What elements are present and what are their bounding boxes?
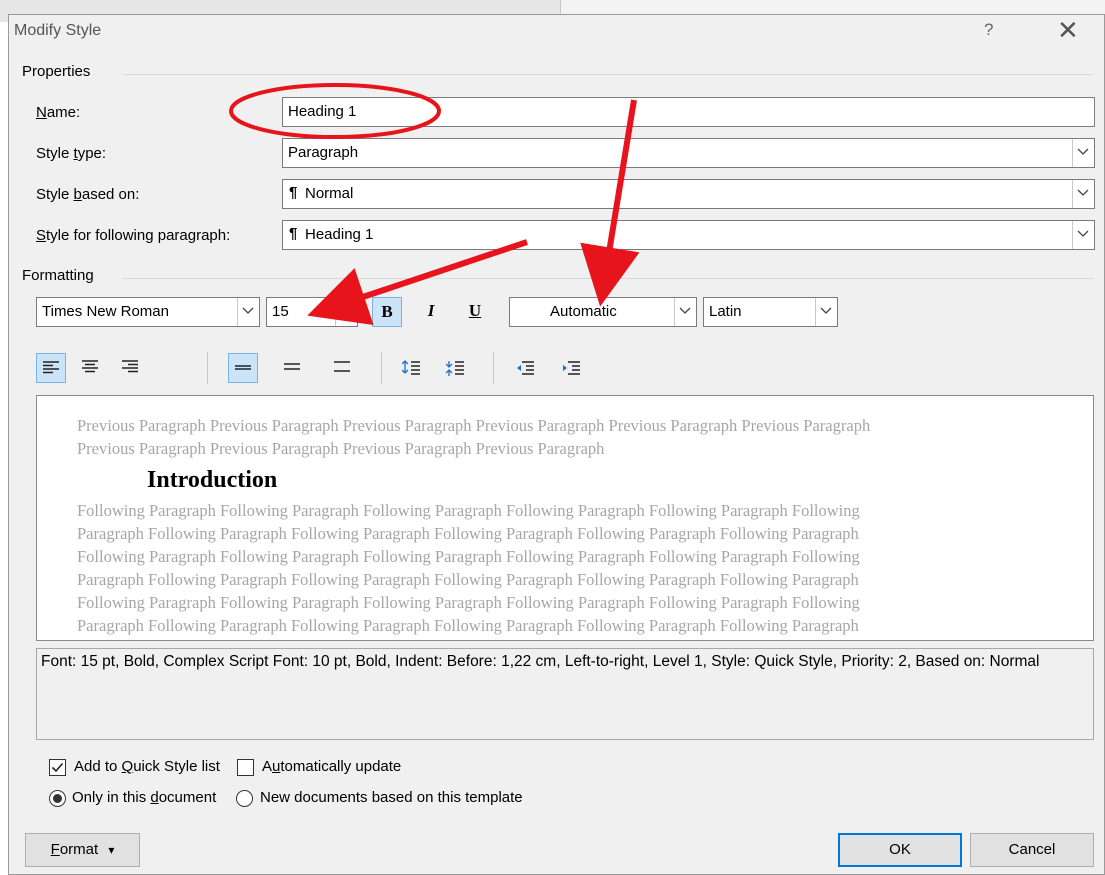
align-left-icon[interactable] [36, 353, 66, 383]
toolbar-separator [381, 352, 382, 384]
close-button[interactable]: ✕ [1057, 15, 1079, 46]
quick-style-checkbox[interactable] [49, 759, 66, 776]
bold-button[interactable]: B [372, 297, 402, 327]
font-select[interactable]: Times New Roman [36, 297, 260, 327]
properties-group-label: Properties [22, 63, 91, 80]
new-documents-label[interactable]: New documents based on this template [260, 789, 523, 806]
single-spacing-icon[interactable] [228, 353, 258, 383]
style-description: Font: 15 pt, Bold, Complex Script Font: … [36, 648, 1094, 740]
chevron-down-icon[interactable] [1072, 139, 1094, 167]
previous-paragraph-text: Previous Paragraph Previous Paragraph Pr… [77, 416, 871, 458]
cancel-button[interactable]: Cancel [970, 833, 1094, 867]
toolbar-separator [493, 352, 494, 384]
following-paragraph-text: Following Paragraph Following Paragraph … [77, 501, 860, 635]
chevron-down-icon: ▾ [108, 843, 115, 857]
style-based-on-label: Style based on: [36, 186, 140, 203]
quick-style-label[interactable]: Add to Quick Style list [74, 758, 220, 775]
properties-separator [122, 74, 1094, 75]
pilcrow-icon: ¶ [289, 184, 298, 201]
italic-button[interactable]: I [416, 297, 446, 327]
style-type-select[interactable]: Paragraph [282, 138, 1095, 168]
only-this-document-radio[interactable] [49, 790, 66, 807]
style-preview: Previous Paragraph Previous Paragraph Pr… [36, 395, 1094, 641]
formatting-separator [122, 278, 1094, 279]
auto-update-label[interactable]: Automatically update [262, 758, 401, 775]
align-center-icon[interactable] [76, 353, 106, 383]
script-select[interactable]: Latin [703, 297, 838, 327]
align-right-icon[interactable] [116, 353, 146, 383]
chevron-down-icon[interactable] [1072, 221, 1094, 249]
font-color-select[interactable]: Automatic [509, 297, 697, 327]
name-label: Name: [36, 104, 81, 121]
chevron-down-icon[interactable] [237, 298, 259, 326]
font-size-select[interactable]: 15 [266, 297, 358, 327]
preview-heading: Introduction [147, 467, 278, 493]
auto-update-checkbox[interactable] [237, 759, 254, 776]
name-input[interactable]: Heading 1 [282, 97, 1095, 127]
pilcrow-icon: ¶ [289, 225, 298, 242]
dialog-title: Modify Style [14, 22, 102, 39]
only-this-document-label[interactable]: Only in this document [72, 789, 216, 806]
help-button[interactable]: ? [984, 20, 993, 40]
chevron-down-icon[interactable] [335, 298, 357, 326]
underline-button[interactable]: U [460, 297, 490, 327]
decrease-indent-icon[interactable] [510, 353, 540, 383]
ok-button[interactable]: OK [838, 833, 962, 867]
style-type-label: Style type: [36, 145, 107, 162]
toolbar-separator [207, 352, 208, 384]
formatting-group-label: Formatting [22, 267, 94, 284]
format-button[interactable]: Format ▾ [25, 833, 140, 867]
style-following-select[interactable]: ¶ Heading 1 [282, 220, 1095, 250]
one-half-spacing-icon[interactable] [278, 353, 308, 383]
style-based-on-select[interactable]: ¶ Normal [282, 179, 1095, 209]
style-following-label: Style for following paragraph: [36, 227, 231, 244]
chevron-down-icon[interactable] [1072, 180, 1094, 208]
space-before-icon[interactable] [396, 353, 426, 383]
chevron-down-icon[interactable] [674, 298, 696, 326]
increase-indent-icon[interactable] [556, 353, 586, 383]
new-documents-radio[interactable] [236, 790, 253, 807]
space-after-icon[interactable] [440, 353, 470, 383]
double-spacing-icon[interactable] [328, 353, 358, 383]
chevron-down-icon[interactable] [815, 298, 837, 326]
